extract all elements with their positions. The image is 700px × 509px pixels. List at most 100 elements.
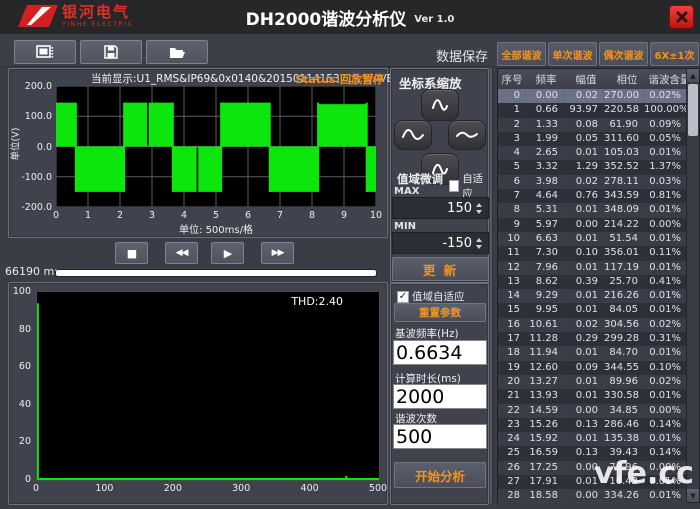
cell: 14.59 xyxy=(526,404,564,418)
cell: 23 xyxy=(498,418,526,432)
harmonic-order-input[interactable] xyxy=(393,424,487,449)
update-button[interactable]: 更 新 xyxy=(392,257,489,281)
scroll-up-button[interactable]: ▲ xyxy=(687,69,699,82)
range-auto-checkbox[interactable]: ✓ xyxy=(397,291,409,303)
table-row[interactable]: 53.321.29352.521.37% xyxy=(498,160,687,174)
version-label: Ver 1.0 xyxy=(414,14,454,25)
spinner-arrows-icon[interactable] xyxy=(476,200,486,216)
cell: 0.01 xyxy=(564,261,604,275)
cell: 22 xyxy=(498,404,526,418)
cell: 2 xyxy=(498,118,526,132)
table-row[interactable]: 42.650.01105.030.01% xyxy=(498,146,687,160)
spinner-arrows-icon[interactable] xyxy=(476,235,486,251)
table-row[interactable]: 1610.610.02304.560.02% xyxy=(498,318,687,332)
table-row[interactable]: 138.620.3925.700.41% xyxy=(498,275,687,289)
cell: 27 xyxy=(498,475,526,489)
stop-button[interactable]: ■ xyxy=(115,242,148,264)
table-row[interactable]: 10.6693.97220.58100.00% xyxy=(498,103,687,117)
table-row[interactable]: 74.640.76343.590.81% xyxy=(498,189,687,203)
table-row[interactable]: 1811.940.0184.700.01% xyxy=(498,346,687,360)
tick-label: 0 xyxy=(25,474,31,485)
zoom-up-button[interactable] xyxy=(421,89,459,121)
table-scrollbar[interactable]: ▲ ▼ xyxy=(686,69,699,502)
column-header[interactable]: 相位 xyxy=(607,69,648,89)
cell: 6.63 xyxy=(526,232,564,246)
table-row[interactable]: 159.950.0184.050.01% xyxy=(498,303,687,317)
table-row[interactable]: 2415.920.01135.380.01% xyxy=(498,432,687,446)
fast-forward-button[interactable]: ▶▶ xyxy=(261,242,294,264)
column-header[interactable]: 幅值 xyxy=(566,69,607,89)
seek-slider[interactable] xyxy=(55,269,377,277)
table-row[interactable]: 149.290.01216.260.01% xyxy=(498,289,687,303)
table-row[interactable]: 127.960.01117.190.01% xyxy=(498,261,687,275)
scrollbar-thumb[interactable] xyxy=(688,84,698,136)
table-row[interactable]: 2315.260.13286.460.14% xyxy=(498,418,687,432)
table-row[interactable]: 2617.250.0079.960.00% xyxy=(498,461,687,475)
table-row[interactable]: 2717.910.0110.420.01% xyxy=(498,475,687,489)
tick-label: 9 xyxy=(341,210,347,221)
cell: 34.85 xyxy=(604,404,644,418)
table-row[interactable]: 2113.930.01330.580.01% xyxy=(498,389,687,403)
table-row[interactable]: 31.990.05311.600.05% xyxy=(498,132,687,146)
table-row[interactable]: 85.310.01348.090.01% xyxy=(498,203,687,217)
table-row[interactable]: 1711.280.29299.280.31% xyxy=(498,332,687,346)
cell: 0.02% xyxy=(644,318,687,332)
cell: 5.97 xyxy=(526,218,564,232)
cell: 0.81% xyxy=(644,189,687,203)
auto-adapt-checkbox[interactable] xyxy=(449,180,459,192)
cell: 0.14% xyxy=(644,418,687,432)
table-row[interactable]: 2214.590.0034.850.00% xyxy=(498,404,687,418)
close-button[interactable] xyxy=(669,5,694,29)
tab-odd-harmonics[interactable]: 单次谐波 xyxy=(548,42,597,66)
calc-duration-input[interactable] xyxy=(393,384,487,409)
fundamental-freq-input[interactable] xyxy=(393,340,487,365)
table-row[interactable]: 00.000.02270.000.02% xyxy=(498,89,687,103)
min-spinner[interactable]: -150 xyxy=(392,232,489,254)
table-row[interactable]: 106.630.0151.540.01% xyxy=(498,232,687,246)
tick-label: 200 xyxy=(164,483,182,494)
cell: 2.65 xyxy=(526,146,564,160)
cell: 93.97 xyxy=(564,103,604,117)
cell: 0.13 xyxy=(564,446,604,460)
cell: 0.39 xyxy=(564,275,604,289)
range-auto-checkbox-row[interactable]: ✓ 值域自适应 xyxy=(397,289,465,304)
zoom-left-button[interactable] xyxy=(394,120,432,150)
thd-value-label: THD:2.40 xyxy=(291,295,343,308)
table-row[interactable]: 21.330.0861.900.09% xyxy=(498,118,687,132)
open-file-button[interactable] xyxy=(146,40,208,64)
rewind-button[interactable]: ◀◀ xyxy=(165,242,198,264)
cell: 0.02% xyxy=(644,375,687,389)
cell: 21 xyxy=(498,389,526,403)
reset-params-button[interactable]: 重置参数 xyxy=(394,303,486,322)
harmonics-table: 序号频率幅值相位谐波含量 00.000.02270.000.02%10.6693… xyxy=(497,68,700,503)
cell: 0.14% xyxy=(644,446,687,460)
display-button[interactable] xyxy=(14,40,76,64)
scroll-down-button[interactable]: ▼ xyxy=(687,489,699,502)
stop-icon: ■ xyxy=(127,247,136,260)
table-row[interactable]: 2013.270.0189.960.02% xyxy=(498,375,687,389)
table-row[interactable]: 95.970.00214.220.00% xyxy=(498,218,687,232)
cell: 0.02 xyxy=(564,89,604,103)
save-button[interactable] xyxy=(80,40,142,64)
max-spinner[interactable]: 150 xyxy=(392,197,489,219)
tab-6x1-harmonics[interactable]: 6X±1次 xyxy=(650,42,699,66)
play-button[interactable]: ▶ xyxy=(211,242,244,264)
cell: 17.91 xyxy=(526,475,564,489)
cell: 220.58 xyxy=(604,103,644,117)
cell: 0.11% xyxy=(644,246,687,260)
table-row[interactable]: 2818.580.00334.260.01% xyxy=(498,489,687,503)
cell: 16.59 xyxy=(526,446,564,460)
table-row[interactable]: 63.980.02278.110.03% xyxy=(498,175,687,189)
table-row[interactable]: 1912.600.09344.550.10% xyxy=(498,361,687,375)
table-row[interactable]: 2516.590.1339.430.14% xyxy=(498,446,687,460)
tab-even-harmonics[interactable]: 偶次谐波 xyxy=(599,42,648,66)
column-header[interactable]: 序号 xyxy=(498,69,527,89)
tab-all-harmonics[interactable]: 全部谐波 xyxy=(497,42,546,66)
column-header[interactable]: 频率 xyxy=(527,69,566,89)
spectrum-y-axis: 100806040200 xyxy=(11,291,33,479)
start-analysis-button[interactable]: 开始分析 xyxy=(394,462,486,488)
table-row[interactable]: 117.300.10356.010.11% xyxy=(498,246,687,260)
zoom-right-button[interactable] xyxy=(448,120,486,150)
cell: 0.09% xyxy=(644,118,687,132)
cell: 3.98 xyxy=(526,175,564,189)
